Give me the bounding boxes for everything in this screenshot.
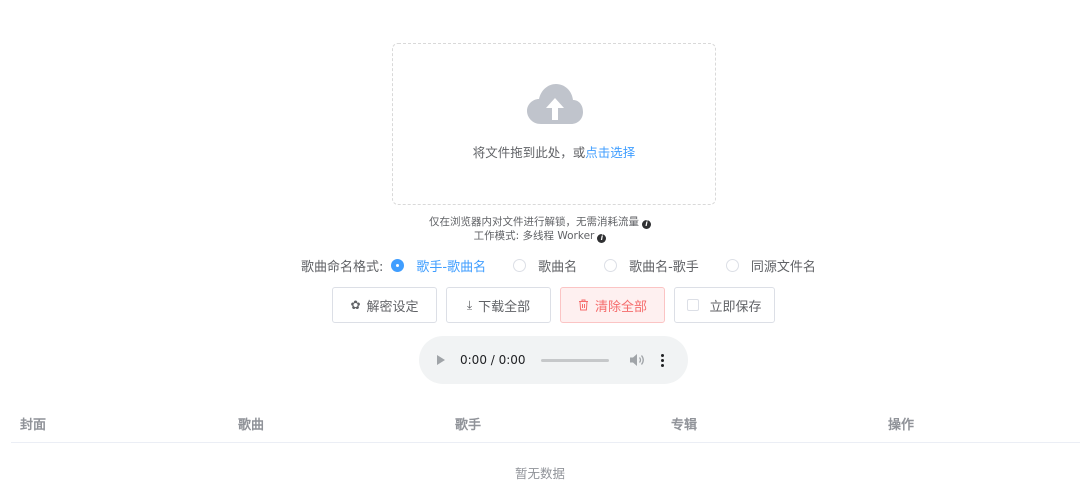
radio-label: 歌手-歌曲名 [416,259,487,275]
clear-all-button[interactable]: 清除全部 [560,287,665,323]
decrypt-settings-label: 解密设定 [366,299,419,315]
info-icon[interactable]: i [642,220,651,229]
column-cover: 封面 [20,418,47,433]
tip-line-2: 工作模式: 多线程 Worker i [0,229,1080,243]
upload-hint: 将文件拖到此处，或点击选择 [393,142,715,161]
cloud-upload-icon [527,84,583,124]
radio-dot [725,258,739,272]
audio-time: 0:00 / 0:00 [460,353,526,367]
download-icon: ⤓ [466,297,473,312]
save-immediately-label: 立即保存 [709,299,762,315]
download-all-label: 下载全部 [478,299,531,315]
upload-select-link[interactable]: 点击选择 [585,145,635,160]
table-header: 封面 歌曲 歌手 专辑 操作 [11,401,1080,443]
decrypt-settings-button[interactable]: ✿ 解密设定 [332,287,437,323]
checkbox-box[interactable] [687,299,700,311]
more-options-icon[interactable] [661,353,665,367]
naming-format: 歌曲命名格式: 歌手-歌曲名 歌曲名 歌曲名-歌手 同源文件名 [301,256,843,275]
tip-text-1: 仅在浏览器内对文件进行解锁，无需消耗流量 [429,216,639,228]
radio-dot [513,258,527,272]
audio-player: 0:00 / 0:00 [419,336,688,384]
column-actions: 操作 [888,418,915,433]
radio-singer-title[interactable]: 歌手-歌曲名 [391,256,486,275]
radio-label: 歌曲名 [538,259,578,275]
trash-icon [578,299,588,311]
audio-progress-slider[interactable] [540,358,609,362]
column-singer: 歌手 [455,418,482,433]
radio-dot [391,258,405,272]
upload-hint-text: 将文件拖到此处，或 [472,145,586,160]
radio-title-singer[interactable]: 歌曲名-歌手 [604,256,699,275]
radio-same-as-source[interactable]: 同源文件名 [725,256,816,275]
clear-all-label: 清除全部 [594,299,647,315]
tip-text-2: 工作模式: 多线程 Worker [473,230,595,242]
column-album: 专辑 [671,418,698,433]
download-all-button[interactable]: ⤓ 下载全部 [446,287,551,323]
radio-label: 歌曲名-歌手 [629,259,699,275]
radio-label: 同源文件名 [750,259,816,275]
gear-icon: ✿ [350,298,361,312]
play-icon[interactable] [437,355,445,365]
main-page: 将文件拖到此处，或点击选择 仅在浏览器内对文件进行解锁，无需消耗流量 i 工作模式… [0,0,1080,493]
tips: 仅在浏览器内对文件进行解锁，无需消耗流量 i 工作模式: 多线程 Worker i [0,215,1080,243]
naming-format-label: 歌曲命名格式: [301,259,384,275]
tip-line-1: 仅在浏览器内对文件进行解锁，无需消耗流量 i [0,215,1080,229]
radio-dot [604,258,618,272]
info-icon[interactable]: i [597,234,607,243]
table-empty-text: 暂无数据 [514,466,565,481]
save-immediately-checkbox[interactable]: 立即保存 [674,287,775,323]
column-song: 歌曲 [238,418,265,433]
volume-icon[interactable] [629,353,645,367]
radio-title[interactable]: 歌曲名 [513,256,577,275]
upload-dropzone[interactable]: 将文件拖到此处，或点击选择 [392,43,716,205]
